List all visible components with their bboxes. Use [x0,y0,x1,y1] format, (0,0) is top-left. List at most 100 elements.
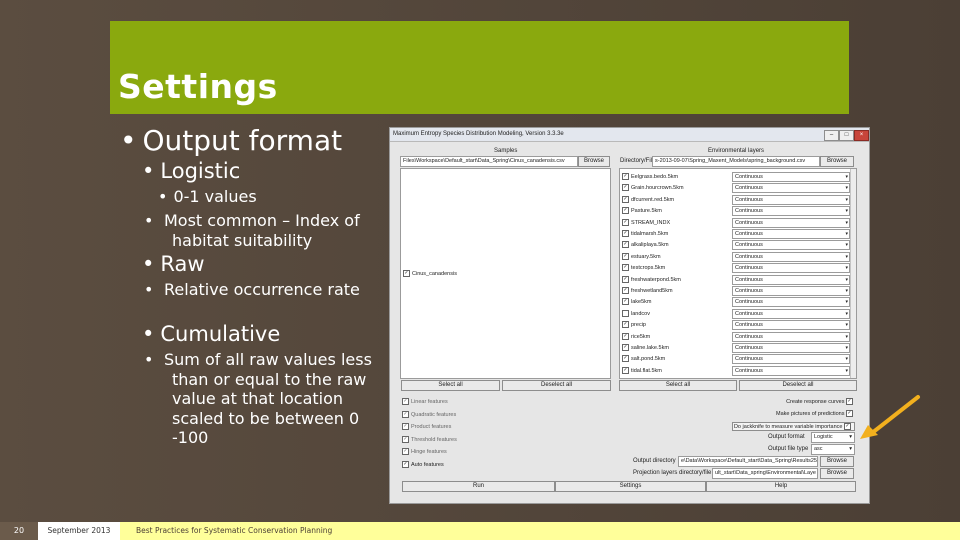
env-layer-row[interactable]: ✓ salt.pond.5km Continuous ▾ [620,353,852,365]
env-layer-row[interactable]: ✓ lake5km Continuous ▾ [620,296,852,308]
env-layer-name[interactable]: ✓ tidalmarsh.5km [622,230,668,237]
env-layer-name[interactable]: ✓ freshwaterpond.5km [622,275,681,283]
env-layer-name[interactable]: ✓ saline.lake.5km [622,344,669,351]
env-layer-name[interactable]: ✓ Grain.hourcrown.5km [622,184,684,192]
env-layer-type-select[interactable]: Continuous ▾ [732,172,850,182]
env-layer-checkbox[interactable]: ✓ [622,230,629,237]
env-layer-checkbox[interactable]: ✓ [622,241,629,249]
env-layer-row[interactable]: ✓ rice5km Continuous ▾ [620,331,852,342]
samples-select-all-button[interactable]: Select all [401,380,500,391]
env-layer-type-select[interactable]: Continuous ▾ [732,274,850,285]
species-checkbox[interactable]: ✓ [403,270,410,277]
env-layer-checkbox[interactable]: ✓ [622,184,629,192]
env-layer-row[interactable]: ✓ freshwetland5km Continuous ▾ [620,285,852,296]
env-layer-name[interactable]: ✓ estuary.5km [622,252,661,260]
env-layer-type-select[interactable]: Continuous ▾ [732,343,850,353]
env-layer-row[interactable]: ✓ freshwaterpond.5km Continuous ▾ [620,274,852,285]
env-layer-type-select[interactable]: Continuous ▾ [732,286,850,296]
env-layer-checkbox[interactable]: ✓ [622,298,629,306]
env-browse-button[interactable]: Browse [820,156,854,167]
proj-dir-field[interactable]: ult_start\Data_spring\Environmental\Laye [712,468,818,479]
env-layer-type-select[interactable]: Continuous ▾ [732,229,850,239]
env-layer-row[interactable]: ✓ dfcurrent.red.5km Continuous ▾ [620,194,852,205]
env-layer-name[interactable]: ✓ lake5km [622,298,651,306]
env-layer-checkbox[interactable]: ✓ [622,344,629,351]
pictures-checkbox[interactable]: ✓ [846,410,853,417]
env-layer-name[interactable]: ✓ alkaliplaya.5km [622,241,669,249]
env-layer-name[interactable]: ✓ precip [622,321,646,329]
env-layer-row[interactable]: ✓ estuary.5km Continuous ▾ [620,251,852,262]
pictures-option[interactable]: Make pictures of predictions ✓ [776,410,855,417]
env-layer-type-select[interactable]: Continuous ▾ [732,194,850,205]
env-layer-row[interactable]: ✓ precip Continuous ▾ [620,319,852,331]
maximize-icon[interactable]: □ [839,130,854,141]
env-layer-checkbox[interactable]: ✓ [622,218,629,226]
env-layer-type-select[interactable]: Continuous ▾ [732,365,850,376]
env-layer-type-select[interactable]: Continuous ▾ [732,320,850,331]
env-layer-checkbox[interactable]: ✓ [622,173,629,180]
feature-option[interactable]: ✓ Product features [402,423,451,430]
env-layer-row[interactable]: ✓ tidal.flat.5km Continuous ▾ [620,365,852,376]
jackknife-checkbox[interactable]: ✓ [844,423,851,430]
env-layer-checkbox[interactable]: ✓ [622,287,629,294]
env-layer-name[interactable]: ✓ salt.pond.5km [622,355,665,363]
feature-option[interactable]: ✓ Quadratic features [402,410,456,418]
env-layer-checkbox[interactable]: ✓ [622,355,629,363]
env-layer-checkbox[interactable]: ✓ [622,195,629,203]
env-layer-type-select[interactable]: Continuous ▾ [732,263,850,274]
env-layer-checkbox[interactable]: ✓ [622,252,629,260]
env-layer-type-select[interactable]: Continuous ▾ [732,297,850,308]
minimize-icon[interactable]: – [824,130,839,141]
env-layer-row[interactable]: ✓ alkaliplaya.5km Continuous ▾ [620,239,852,251]
response-curves-checkbox[interactable]: ✓ [846,398,853,405]
output-dir-field[interactable]: e\Data\Workspace\Default_start\Data_Spri… [678,456,818,467]
env-layer-row[interactable]: ✓ STREAM_INDX Continuous ▾ [620,217,852,228]
env-layer-name[interactable]: ✓ STREAM_INDX [622,218,670,226]
env-layer-name[interactable]: ✓ Eelgrass.bedo.5km [622,173,678,180]
samples-browse-button[interactable]: Browse [578,156,610,167]
env-layer-row[interactable]: ✓ Grain.hourcrown.5km Continuous ▾ [620,182,852,194]
env-layer-row[interactable]: ✓ saline.lake.5km Continuous ▾ [620,342,852,353]
env-layer-checkbox[interactable]: ✓ [622,332,629,340]
env-layer-row[interactable]: ✓ Pasture.5km Continuous ▾ [620,205,852,217]
env-layer-checkbox[interactable]: ✓ [622,366,629,374]
run-button[interactable]: Run [402,481,555,492]
feature-option[interactable]: ✓ Threshold features [402,435,457,443]
feature-checkbox[interactable]: ✓ [402,398,409,405]
env-layer-checkbox[interactable]: ✓ [622,207,629,215]
env-layer-checkbox[interactable]: ✓ [622,264,629,272]
feature-checkbox[interactable]: ✓ [402,435,409,443]
samples-deselect-all-button[interactable]: Deselect all [502,380,611,391]
env-layer-name[interactable]: ✓ tidal.flat.5km [622,366,662,374]
feature-checkbox[interactable]: ✓ [402,460,409,468]
env-layer-type-select[interactable]: Continuous ▾ [732,217,850,228]
env-layer-row[interactable]: ✓ tidalmarsh.5km Continuous ▾ [620,228,852,239]
env-layer-name[interactable]: ✓ testcrops.5km [622,264,665,272]
env-dir-field[interactable]: s-2013-09-07\Spring_Maxent_Models\spring… [652,156,820,167]
jackknife-option[interactable]: Do jackknife to measure variable importa… [731,422,855,431]
env-layer-checkbox[interactable]: ✓ [622,321,629,329]
samples-file-field[interactable]: Files\Workspace\Default_start\Data_Sprin… [400,156,578,167]
species-item[interactable]: ✓ Cinus_canadensis [403,270,457,277]
output-file-type-select[interactable]: asc ▾ [811,444,855,455]
env-select-all-button[interactable]: Select all [619,380,737,391]
output-format-select[interactable]: Logistic ▾ [811,432,855,443]
env-layer-type-select[interactable]: Continuous ▾ [732,206,850,217]
env-layer-type-select[interactable]: Continuous ▾ [732,251,850,262]
env-layer-name[interactable]: ✓ freshwetland5km [622,287,673,294]
feature-checkbox[interactable]: ✓ [402,410,409,418]
close-icon[interactable]: × [854,130,869,141]
feature-checkbox[interactable]: ✓ [402,448,409,455]
output-dir-browse-button[interactable]: Browse [820,456,854,467]
env-layer-type-select[interactable]: Continuous ▾ [732,240,850,251]
env-layer-row[interactable]: ✓ testcrops.5km Continuous ▾ [620,262,852,274]
settings-button[interactable]: Settings [555,481,706,492]
help-button[interactable]: Help [706,481,856,492]
env-layer-type-select[interactable]: Continuous ▾ [732,308,850,319]
env-layer-type-select[interactable]: Continuous ▾ [732,331,850,342]
env-layer-checkbox[interactable] [622,309,629,317]
env-layer-checkbox[interactable]: ✓ [622,275,629,283]
env-layer-name[interactable]: ✓ rice5km [622,332,650,340]
env-layer-type-select[interactable]: Continuous ▾ [732,183,850,194]
env-layer-type-select[interactable]: Continuous ▾ [732,354,850,365]
